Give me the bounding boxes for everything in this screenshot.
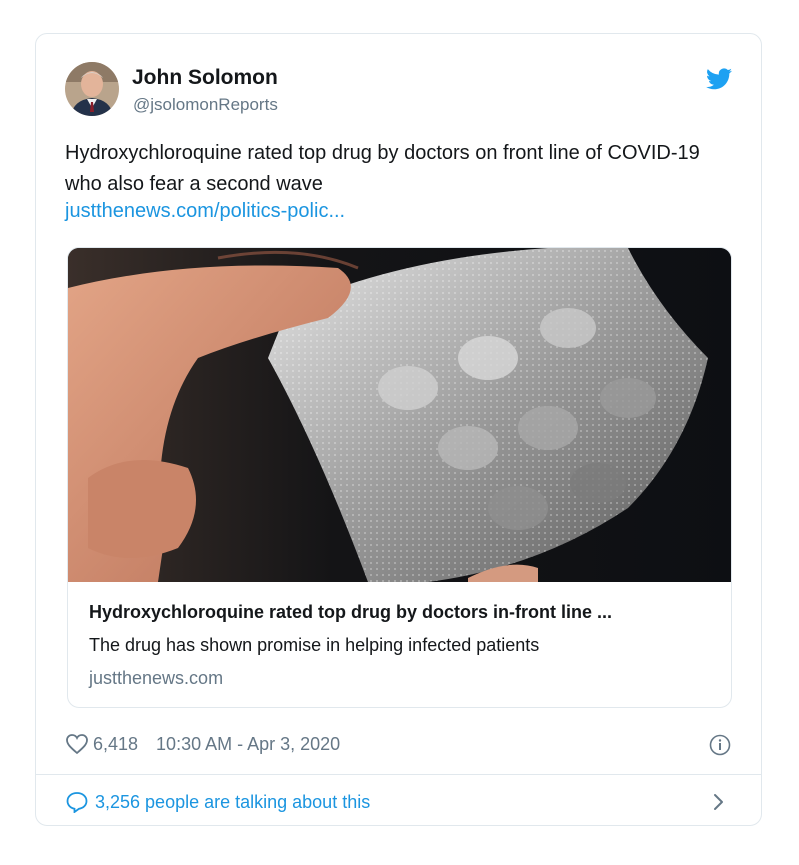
timestamp[interactable]: 10:30 AM - Apr 3, 2020: [156, 734, 340, 755]
avatar[interactable]: [65, 62, 119, 116]
tweet-embed-card: John Solomon @jsolomonReports Hydroxychl…: [35, 33, 762, 826]
author-name[interactable]: John Solomon: [132, 66, 278, 90]
chevron-right-icon[interactable]: [712, 791, 726, 813]
link-card-description: The drug has shown promise in helping in…: [89, 635, 540, 655]
speech-bubble-icon: [66, 792, 88, 813]
link-preview-card[interactable]: Hydroxychloroquine rated top drug by doc…: [67, 247, 732, 708]
tweet-text: Hydroxychloroquine rated top drug by doc…: [65, 142, 700, 195]
author-handle[interactable]: @jsolomonReports: [133, 95, 278, 115]
talking-about-link[interactable]: 3,256 people are talking about this: [65, 791, 370, 813]
tweet-link[interactable]: justthenews.com/politics-polic...: [65, 200, 345, 223]
like-count[interactable]: 6,418: [93, 734, 138, 755]
tweet-meta: 6,418 10:30 AM - Apr 3, 2020: [65, 733, 340, 755]
link-card-domain: justthenews.com: [89, 668, 224, 688]
link-card-title: Hydroxychloroquine rated top drug by doc…: [89, 602, 613, 622]
heart-icon[interactable]: [65, 733, 89, 755]
info-icon[interactable]: [709, 734, 731, 756]
divider: [36, 774, 761, 775]
preview-image-pill-blister: [68, 248, 731, 582]
twitter-bird-icon[interactable]: [706, 68, 732, 90]
talking-about-text: 3,256 people are talking about this: [95, 791, 371, 812]
